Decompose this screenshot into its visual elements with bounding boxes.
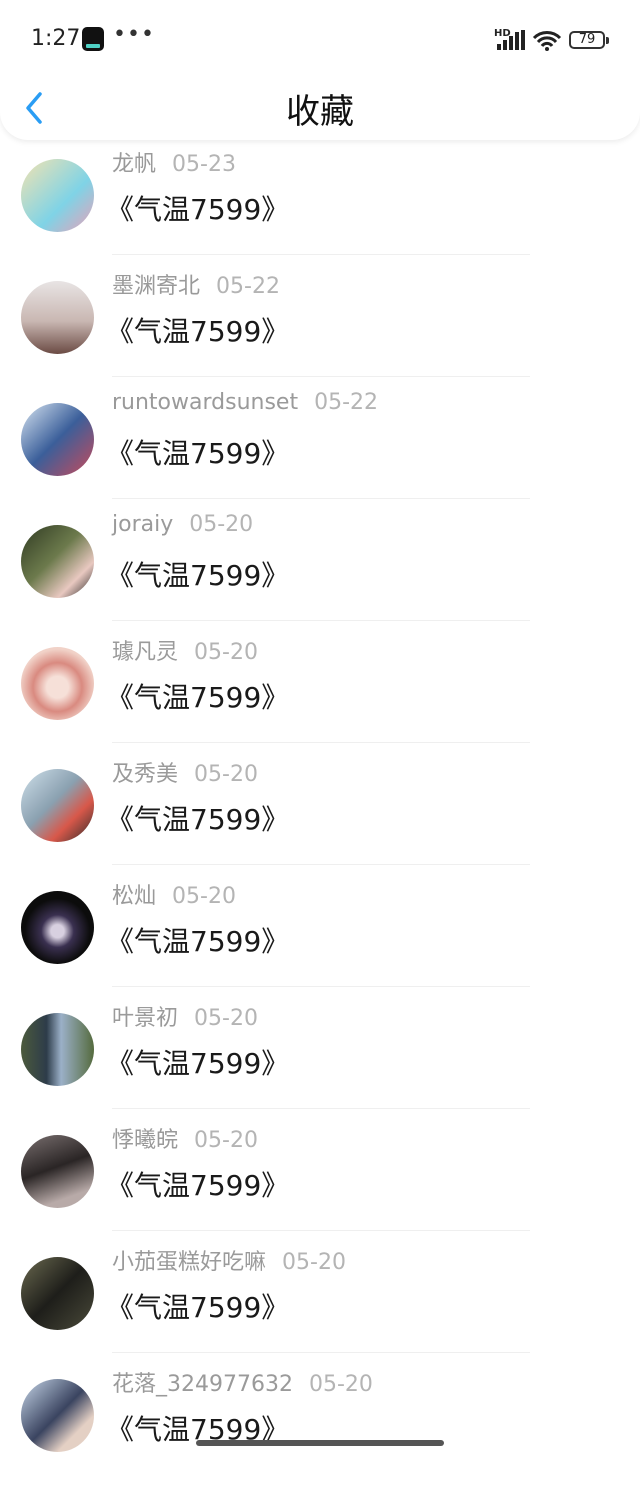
divider (112, 986, 530, 987)
avatar[interactable] (21, 159, 94, 232)
list-item[interactable]: 龙帆 05-23 《气温7599》 (0, 152, 640, 281)
date: 05-20 (282, 1250, 346, 1275)
book-title[interactable]: 《气温7599》 (106, 920, 289, 960)
avatar[interactable] (21, 281, 94, 354)
avatar[interactable] (21, 769, 94, 842)
avatar[interactable] (21, 647, 94, 720)
avatar[interactable] (21, 403, 94, 476)
user-name: runtowardsunset (112, 390, 299, 415)
user-name: 璩凡灵 (112, 640, 179, 665)
wifi-icon (532, 31, 562, 51)
user-name: 墨渊寄北 (112, 274, 201, 299)
user-name: 龙帆 (112, 152, 157, 177)
list-item[interactable]: 墨渊寄北 05-22 《气温7599》 (0, 274, 640, 403)
user-name: 松灿 (112, 884, 157, 909)
date: 05-20 (194, 640, 258, 665)
book-title[interactable]: 《气温7599》 (106, 554, 289, 594)
book-title[interactable]: 《气温7599》 (106, 676, 289, 716)
home-indicator[interactable] (196, 1440, 444, 1446)
book-title[interactable]: 《气温7599》 (106, 798, 289, 838)
battery-icon: 79 (569, 31, 609, 49)
avatar[interactable] (21, 1135, 94, 1208)
divider (112, 254, 530, 255)
date: 05-20 (194, 762, 258, 787)
avatar[interactable] (21, 891, 94, 964)
user-name: 悸曦皖 (112, 1128, 179, 1153)
date: 05-20 (308, 1372, 373, 1397)
book-title[interactable]: 《气温7599》 (106, 1286, 289, 1326)
date: 05-22 (314, 390, 379, 415)
avatar[interactable] (21, 1257, 94, 1330)
date: 05-20 (189, 512, 254, 537)
user-name: 花落_324977632 (112, 1372, 293, 1397)
user-name: 小茄蛋糕好吃嘛 (112, 1250, 267, 1275)
list-item[interactable]: runtowardsunset 05-22 《气温7599》 (0, 390, 640, 525)
book-title[interactable]: 《气温7599》 (106, 432, 289, 472)
date: 05-20 (194, 1128, 258, 1153)
avatar[interactable] (21, 1379, 94, 1452)
status-bar: 1:27 ••• HD 79 (0, 0, 640, 80)
avatar[interactable] (21, 1013, 94, 1086)
top-bar: 1:27 ••• HD 79 收藏 (0, 0, 640, 140)
app-notification-icon (82, 27, 104, 51)
status-time: 1:27 (31, 26, 81, 51)
user-name: 及秀美 (112, 762, 179, 787)
book-title[interactable]: 《气温7599》 (106, 188, 289, 228)
list-item[interactable]: 璩凡灵 05-20 《气温7599》 (0, 640, 640, 769)
date: 05-20 (194, 1006, 258, 1031)
more-notifications-icon: ••• (113, 22, 155, 47)
divider (112, 376, 530, 377)
list-item[interactable]: 悸曦皖 05-20 《气温7599》 (0, 1128, 640, 1257)
list-item[interactable]: joraiy 05-20 《气温7599》 (0, 512, 640, 647)
date: 05-20 (172, 884, 236, 909)
book-title[interactable]: 《气温7599》 (106, 310, 289, 350)
avatar[interactable] (21, 525, 94, 598)
divider (112, 620, 530, 621)
user-name: 叶景初 (112, 1006, 179, 1031)
page-title: 收藏 (286, 92, 354, 132)
book-title[interactable]: 《气温7599》 (106, 1164, 289, 1204)
list-item[interactable]: 小茄蛋糕好吃嘛 05-20 《气温7599》 (0, 1250, 640, 1379)
book-title[interactable]: 《气温7599》 (106, 1042, 289, 1082)
divider (112, 1108, 530, 1109)
date: 05-23 (172, 152, 236, 177)
list-item[interactable]: 松灿 05-20 《气温7599》 (0, 884, 640, 1013)
divider (112, 742, 530, 743)
date: 05-22 (216, 274, 280, 299)
divider (112, 498, 530, 499)
list-item[interactable]: 及秀美 05-20 《气温7599》 (0, 762, 640, 891)
divider (112, 1230, 530, 1231)
divider (112, 864, 530, 865)
signal-icon (497, 30, 525, 50)
user-name: joraiy (112, 512, 174, 537)
divider (112, 1352, 530, 1353)
list-item[interactable]: 叶景初 05-20 《气温7599》 (0, 1006, 640, 1135)
